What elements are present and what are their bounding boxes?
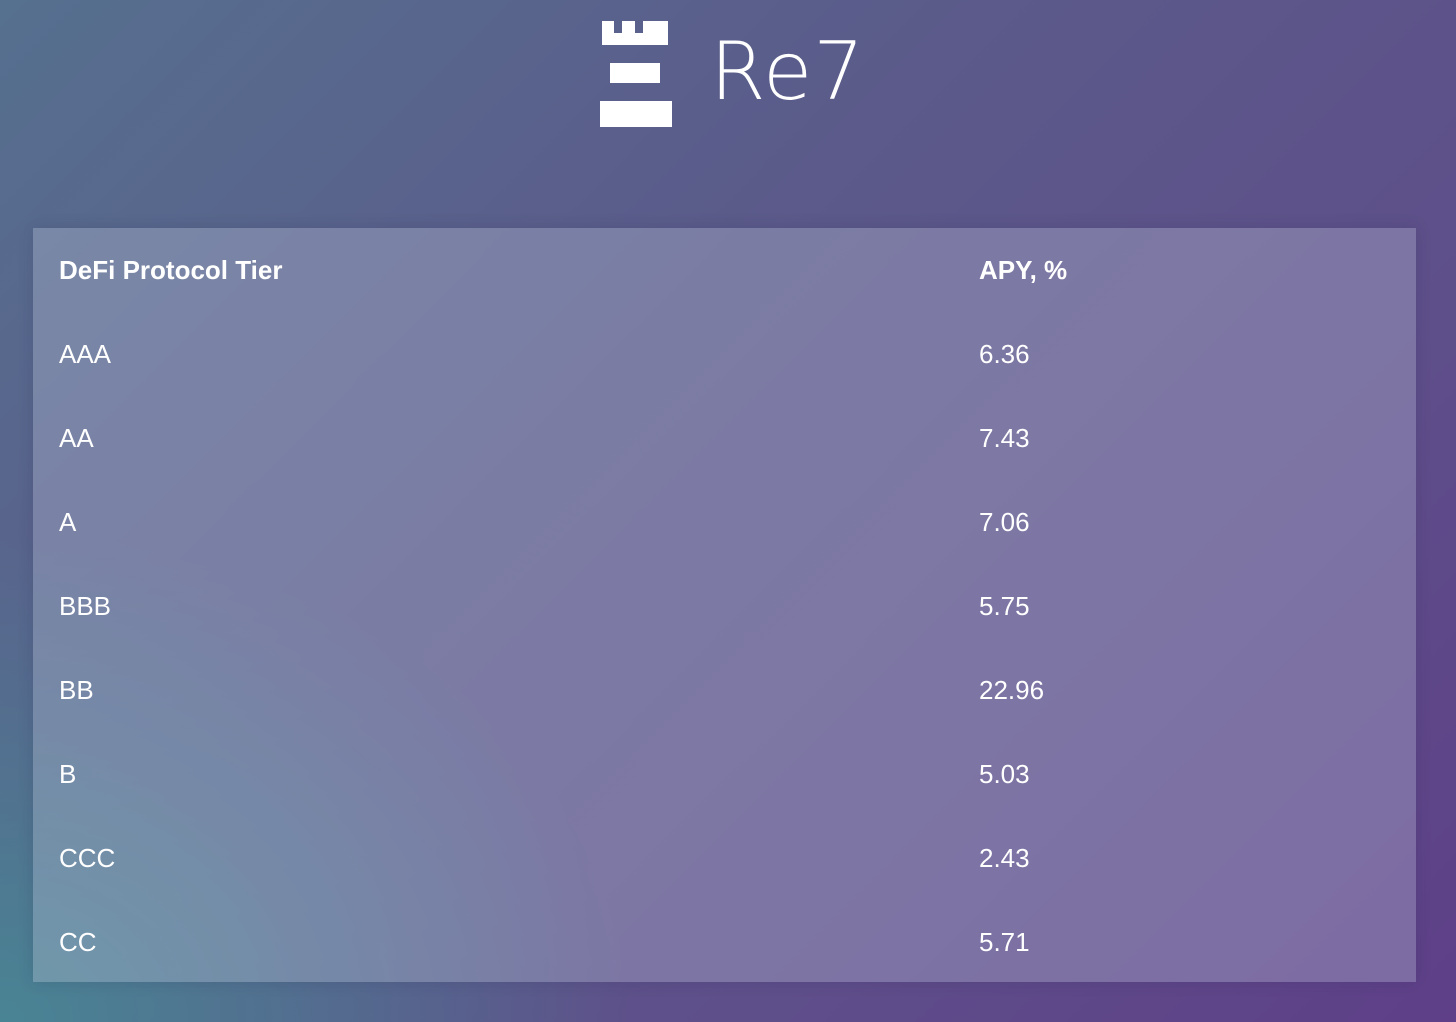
apy-cell: 5.71 bbox=[979, 926, 1030, 957]
table-row: AAA 6.36 bbox=[33, 312, 1416, 396]
apy-cell: 6.36 bbox=[979, 338, 1030, 369]
table-row: A 7.06 bbox=[33, 480, 1416, 564]
table-row: B 5.03 bbox=[33, 732, 1416, 816]
apy-cell: 22.96 bbox=[979, 674, 1045, 705]
brand-name: Re7 bbox=[710, 25, 866, 118]
apy-cell: 5.75 bbox=[979, 590, 1030, 621]
table-row: BBB 5.75 bbox=[33, 564, 1416, 648]
table-row: AA 7.43 bbox=[33, 396, 1416, 480]
tier-cell: B bbox=[59, 758, 77, 789]
tier-cell: BB bbox=[59, 674, 94, 705]
column-header-apy: APY, % bbox=[979, 254, 1068, 285]
tier-cell: CCC bbox=[59, 842, 116, 873]
rook-tower-icon bbox=[600, 21, 672, 127]
apy-cell: 7.43 bbox=[979, 422, 1030, 453]
tier-cell: AAA bbox=[59, 338, 112, 369]
brand-logo: Re7 bbox=[598, 20, 865, 128]
apy-table-panel: DeFi Protocol Tier APY, % AAA 6.36 AA 7.… bbox=[33, 228, 1416, 982]
apy-cell: 5.03 bbox=[979, 758, 1030, 789]
apy-table: DeFi Protocol Tier APY, % AAA 6.36 AA 7.… bbox=[33, 228, 1416, 984]
table-row: CC 5.71 bbox=[33, 900, 1416, 984]
tier-cell: CC bbox=[59, 926, 97, 957]
table-row: BB 22.96 bbox=[33, 648, 1416, 732]
tier-cell: AA bbox=[59, 422, 94, 453]
apy-cell: 2.43 bbox=[979, 842, 1030, 873]
tier-cell: A bbox=[59, 506, 77, 537]
apy-cell: 7.06 bbox=[979, 506, 1030, 537]
table-row: CCC 2.43 bbox=[33, 816, 1416, 900]
column-header-tier: DeFi Protocol Tier bbox=[59, 254, 283, 285]
tier-cell: BBB bbox=[59, 590, 112, 621]
table-header-row: DeFi Protocol Tier APY, % bbox=[33, 228, 1416, 312]
